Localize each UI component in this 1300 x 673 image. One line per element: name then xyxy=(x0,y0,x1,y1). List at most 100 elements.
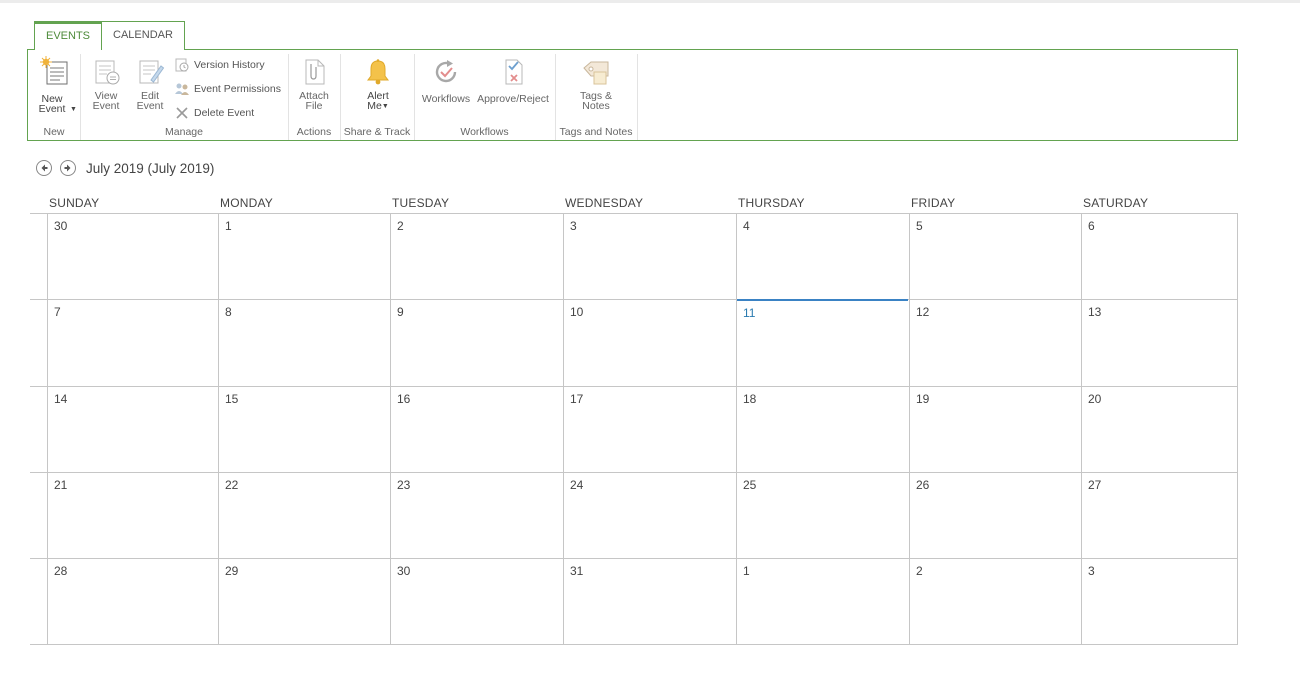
calendar-day-cell[interactable]: 2 xyxy=(391,214,563,299)
day-number: 18 xyxy=(743,392,757,406)
ribbon-group-manage: View Event Edit Event Version History Ev… xyxy=(80,54,289,140)
tab-events[interactable]: EVENTS xyxy=(34,21,103,50)
calendar-day-cell[interactable]: 30 xyxy=(391,559,563,644)
view-event-icon xyxy=(95,60,120,85)
calendar-day-cell[interactable]: 11 xyxy=(737,300,909,386)
group-label-tags-notes: Tags and Notes xyxy=(559,126,633,138)
event-permissions-button[interactable]: Event Permissions xyxy=(174,79,281,99)
calendar-day-cell[interactable]: 17 xyxy=(564,387,736,472)
dropdown-caret-icon: ▼ xyxy=(381,103,389,110)
version-history-button[interactable]: Version History xyxy=(174,55,265,75)
calendar-day-cell[interactable]: 21 xyxy=(48,473,218,558)
day-number: 10 xyxy=(570,305,584,319)
group-label-manage: Manage xyxy=(165,126,203,138)
calendar-day-cell[interactable]: 3 xyxy=(564,214,736,299)
group-label-actions: Actions xyxy=(296,126,332,138)
ribbon-group-actions: Attach File Actions xyxy=(288,54,341,140)
day-number: 25 xyxy=(743,478,757,492)
workflows-label: Workflows xyxy=(421,93,471,105)
permissions-icon xyxy=(175,83,189,95)
calendar-day-cell[interactable]: 22 xyxy=(219,473,390,558)
day-number: 19 xyxy=(916,392,930,406)
day-number: 30 xyxy=(397,564,411,578)
ribbon-group-workflows: Workflows Approve/Reject Workflows xyxy=(414,54,556,140)
calendar-day-cell[interactable]: 2 xyxy=(910,559,1081,644)
day-header-sunday: SUNDAY xyxy=(49,196,100,210)
calendar-day-cell[interactable]: 28 xyxy=(48,559,218,644)
day-number: 29 xyxy=(225,564,239,578)
day-number: 12 xyxy=(916,305,930,319)
calendar-day-cell[interactable]: 31 xyxy=(564,559,736,644)
ribbon-tabs: EVENTS CALENDAR xyxy=(34,21,185,50)
arrow-left-icon xyxy=(41,164,48,172)
calendar-day-cell[interactable]: 8 xyxy=(219,300,390,386)
attach-file-label: Attach File xyxy=(299,90,329,112)
next-month-button[interactable] xyxy=(60,160,76,176)
calendar-day-cell[interactable]: 5 xyxy=(910,214,1081,299)
calendar-day-cell[interactable]: 18 xyxy=(737,387,909,472)
calendar-day-cell[interactable]: 9 xyxy=(391,300,563,386)
ribbon-group-share-track: Alert Me▼ Share & Track xyxy=(340,54,415,140)
calendar-day-cell[interactable]: 29 xyxy=(219,559,390,644)
alert-me-button[interactable]: Alert Me▼ xyxy=(358,56,398,112)
delete-event-button[interactable]: Delete Event xyxy=(174,103,254,123)
previous-month-button[interactable] xyxy=(36,160,52,176)
calendar-day-cell[interactable]: 1 xyxy=(737,559,909,644)
day-header-tuesday: TUESDAY xyxy=(392,196,450,210)
edit-event-button[interactable]: Edit Event xyxy=(130,56,170,111)
calendar-day-cell[interactable]: 10 xyxy=(564,300,736,386)
grid-column-line xyxy=(1237,213,1238,645)
calendar-day-cell[interactable]: 27 xyxy=(1082,473,1237,558)
day-header-monday: MONDAY xyxy=(220,196,273,210)
today-indicator xyxy=(737,299,908,301)
day-number: 13 xyxy=(1088,305,1102,319)
calendar-day-cell[interactable]: 15 xyxy=(219,387,390,472)
tags-notes-button[interactable]: Tags & Notes xyxy=(575,56,617,111)
ribbon-group-tags-notes: Tags & Notes Tags and Notes xyxy=(555,54,638,140)
event-permissions-label: Event Permissions xyxy=(194,83,281,95)
calendar-day-cell[interactable]: 20 xyxy=(1082,387,1237,472)
calendar-day-cell[interactable]: 25 xyxy=(737,473,909,558)
calendar-day-cell[interactable]: 30 xyxy=(48,214,218,299)
day-number: 30 xyxy=(54,219,68,233)
month-title: July 2019 (July 2019) xyxy=(86,160,215,176)
day-number: 14 xyxy=(54,392,68,406)
edit-event-label: Edit Event xyxy=(136,90,164,112)
workflows-button[interactable]: Workflows xyxy=(420,56,472,104)
calendar-day-cell[interactable]: 19 xyxy=(910,387,1081,472)
top-divider xyxy=(0,0,1300,3)
day-number: 28 xyxy=(54,564,68,578)
workflows-icon xyxy=(435,60,457,83)
new-event-button[interactable]: New Event ▼ xyxy=(34,56,77,115)
calendar-day-cell[interactable]: 4 xyxy=(737,214,909,299)
dropdown-caret-icon: ▼ xyxy=(70,106,77,113)
calendar-day-cell[interactable]: 3 xyxy=(1082,559,1237,644)
today-day-number: 11 xyxy=(743,306,756,320)
day-number: 2 xyxy=(916,564,923,578)
calendar-day-cell[interactable]: 12 xyxy=(910,300,1081,386)
calendar-day-cell[interactable]: 24 xyxy=(564,473,736,558)
approve-reject-button[interactable]: Approve/Reject xyxy=(476,56,550,104)
view-event-button[interactable]: View Event xyxy=(84,56,128,111)
calendar-day-cell[interactable]: 16 xyxy=(391,387,563,472)
calendar-day-cell[interactable]: 13 xyxy=(1082,300,1237,386)
day-number: 20 xyxy=(1088,392,1102,406)
calendar-day-cell[interactable]: 26 xyxy=(910,473,1081,558)
calendar-day-cell[interactable]: 14 xyxy=(48,387,218,472)
tab-calendar[interactable]: CALENDAR xyxy=(102,21,185,50)
attach-file-button[interactable]: Attach File xyxy=(294,56,334,111)
day-number: 17 xyxy=(570,392,584,406)
ribbon: New Event ▼ New View Event Edit Event Ve… xyxy=(27,49,1238,141)
calendar-day-cell[interactable]: 7 xyxy=(48,300,218,386)
new-event-label: New Event xyxy=(38,93,66,115)
ribbon-group-new: New Event ▼ New xyxy=(28,54,81,140)
calendar-day-cell[interactable]: 1 xyxy=(219,214,390,299)
calendar-day-cell[interactable]: 6 xyxy=(1082,214,1237,299)
day-number: 27 xyxy=(1088,478,1102,492)
calendar-grid: 30 1 2 3 4 5 6 7 8 9 10 11 12 13 14 15 16 17 18 19 20 21 22 23 2… xyxy=(30,213,1238,645)
grid-row-line xyxy=(30,644,1238,645)
view-event-label: View Event xyxy=(92,90,120,112)
day-number: 21 xyxy=(54,478,68,492)
day-number: 9 xyxy=(397,305,404,319)
calendar-day-cell[interactable]: 23 xyxy=(391,473,563,558)
